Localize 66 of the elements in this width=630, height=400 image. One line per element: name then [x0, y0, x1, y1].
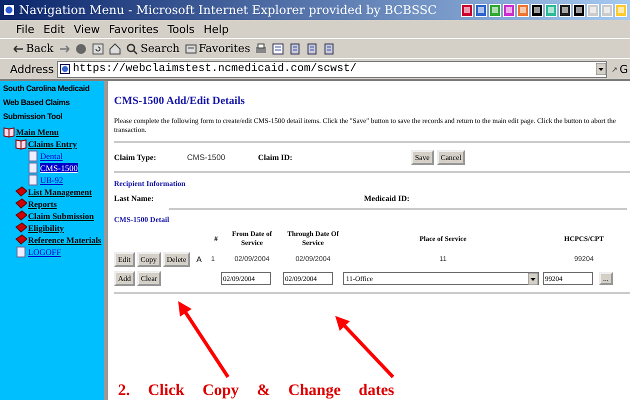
book-icon — [15, 222, 27, 234]
nav-link[interactable]: Dental — [40, 151, 63, 161]
toolbar-button[interactable]: Search — [126, 42, 180, 55]
go-arrow-icon — [612, 64, 618, 74]
book-icon — [15, 186, 27, 198]
field-label: Last Name: — [114, 194, 155, 203]
toolbar-button[interactable]: Favorites — [184, 42, 250, 55]
annotation-text: 2. Click Copy & Change dates — [118, 382, 394, 400]
dropdown-arrow-icon — [528, 272, 538, 284]
page-icon — [27, 174, 39, 186]
nav-link[interactable]: Main Menu — [16, 127, 59, 137]
search-icon — [126, 42, 138, 54]
nav-link[interactable]: UB-92 — [40, 175, 64, 185]
folder-icon — [184, 42, 197, 54]
menu-item[interactable]: File — [16, 22, 34, 36]
field-value: CMS-1500 — [187, 152, 226, 162]
dropdown-arrow-icon[interactable] — [596, 63, 606, 75]
app-icon[interactable] — [573, 4, 585, 16]
printer-icon[interactable] — [255, 42, 268, 54]
nav-link[interactable]: Reference Materials — [28, 235, 102, 245]
address-field[interactable]: https://webclaimstest.ncmedicaid.com/scwst/ — [56, 60, 607, 78]
document-icon[interactable] — [306, 42, 318, 54]
nav-link[interactable]: LOGOFF — [28, 247, 62, 257]
page-title: CMS-1500 Add/Edit Details — [114, 95, 246, 107]
home-icon[interactable] — [109, 42, 122, 54]
toolbar-button[interactable]: Back — [12, 42, 54, 55]
menu-item[interactable]: Tools — [168, 22, 195, 36]
stop-icon[interactable] — [75, 42, 88, 54]
field-label: Claim Type: — [114, 152, 158, 162]
go-button[interactable]: G — [610, 62, 630, 76]
nav-link[interactable]: CMS-1500 — [40, 163, 78, 173]
field-label: Claim ID: — [258, 152, 294, 162]
back-arrow-icon — [12, 42, 24, 54]
book-icon — [15, 210, 27, 222]
document-icon[interactable] — [323, 42, 336, 54]
page-icon — [60, 64, 70, 74]
nav-link[interactable]: Claim Submission — [28, 211, 94, 221]
document-icon[interactable] — [272, 42, 284, 54]
nav-link[interactable]: Eligibility — [28, 223, 64, 233]
book-icon — [15, 234, 27, 246]
browser-icon — [3, 4, 15, 16]
page-icon — [27, 162, 39, 174]
menu-item[interactable]: View — [74, 22, 100, 36]
nav-link[interactable]: Claims Entry — [28, 139, 77, 149]
app-icon[interactable] — [559, 4, 571, 16]
refresh-icon[interactable] — [92, 42, 104, 54]
nav-link[interactable]: Reports — [28, 199, 57, 209]
sidebar-heading: South Carolina Medicaid — [3, 84, 90, 95]
app-icon[interactable] — [531, 4, 543, 16]
forward-arrow-icon[interactable] — [58, 42, 70, 54]
sidebar-heading: Web Based Claims — [3, 98, 71, 109]
window-title: Navigation Menu - Microsoft Internet Explorer provided by BCBSSC — [19, 3, 437, 17]
menu-item[interactable]: Help — [204, 22, 229, 36]
field-label: Medicaid ID: — [364, 194, 410, 203]
menu-item[interactable]: Favorites — [108, 22, 159, 36]
nav-link[interactable]: List Management — [28, 187, 92, 197]
address-label: Address — [10, 62, 54, 76]
document-icon[interactable] — [289, 42, 302, 54]
book-icon — [15, 198, 27, 210]
open-book-icon — [3, 126, 15, 138]
sidebar-heading: Submission Tool — [3, 112, 64, 123]
page-icon — [15, 246, 27, 258]
table-cell: A — [196, 255, 202, 264]
menu-item[interactable]: Edit — [43, 22, 65, 36]
open-book-icon — [15, 138, 27, 150]
page-icon — [27, 150, 39, 162]
